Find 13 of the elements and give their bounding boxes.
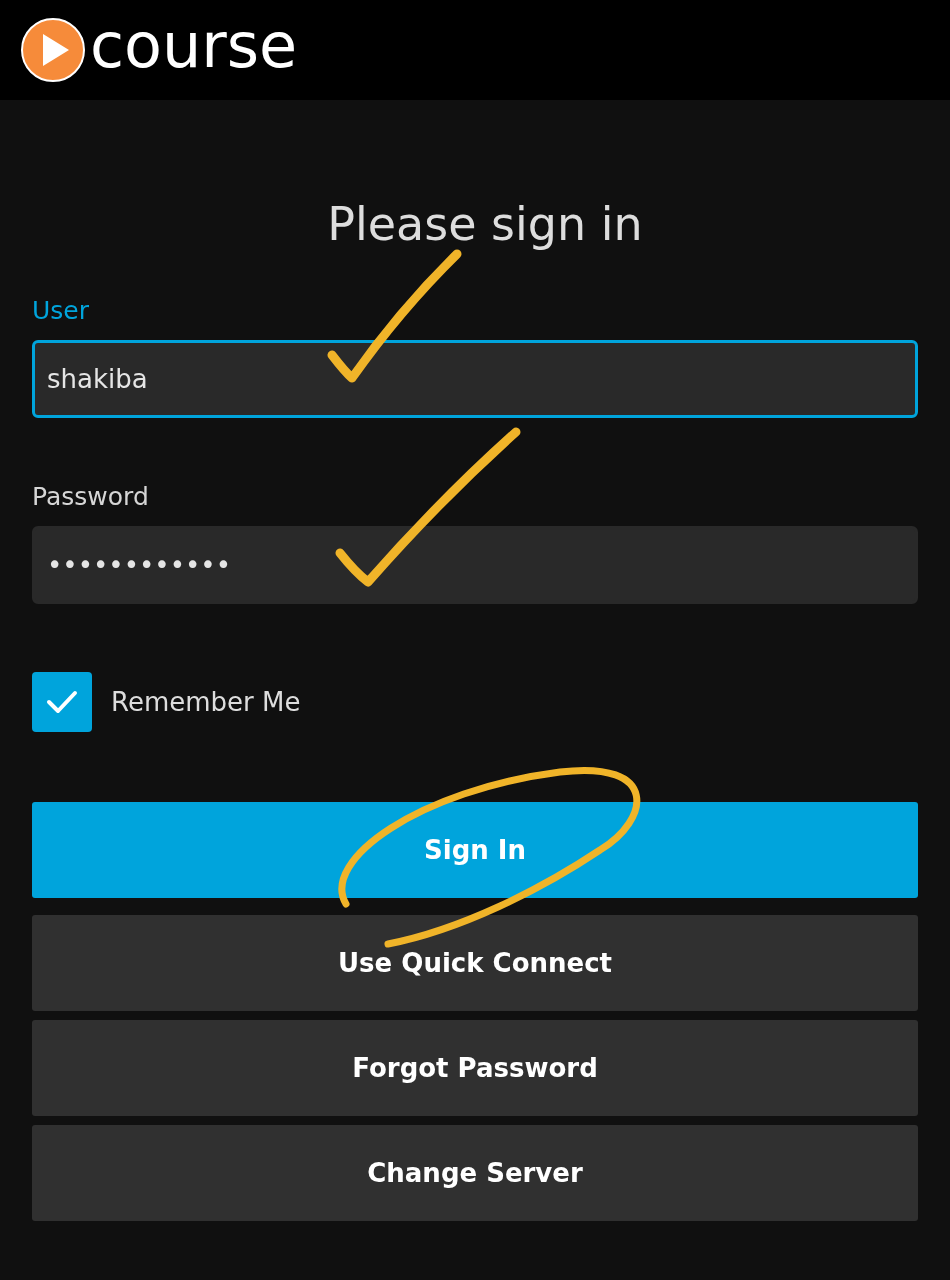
logo-text: course bbox=[90, 15, 298, 77]
play-logo-icon bbox=[20, 17, 86, 83]
secondary-button[interactable]: Use Quick Connect bbox=[32, 915, 918, 1011]
text-field[interactable]: shakiba bbox=[32, 340, 918, 418]
field-label: User bbox=[32, 295, 90, 327]
check-icon bbox=[46, 689, 78, 715]
secondary-button[interactable]: Change Server bbox=[32, 1125, 918, 1221]
text-field[interactable]: •••••••••••• bbox=[32, 526, 918, 604]
remember-label: Remember Me bbox=[111, 685, 301, 719]
remember-checkbox[interactable] bbox=[32, 672, 92, 732]
page-title: Please sign in bbox=[326, 196, 644, 253]
secondary-button[interactable]: Forgot Password bbox=[32, 1020, 918, 1116]
field-label: Password bbox=[32, 481, 150, 513]
